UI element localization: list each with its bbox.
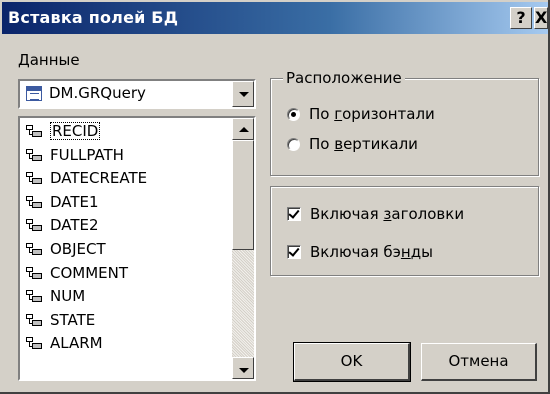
include-bands-label: Включая бэнды xyxy=(310,243,433,261)
field-name: DATECREATE xyxy=(50,169,148,188)
checkbox-include-bands[interactable]: Включая бэнды xyxy=(287,243,433,261)
scroll-thumb[interactable] xyxy=(232,140,254,250)
field-icon xyxy=(26,195,43,209)
table-icon xyxy=(26,86,42,101)
field-list-item[interactable]: RECID xyxy=(20,120,232,144)
arrow-up-icon xyxy=(239,127,249,132)
placement-group: Расположение xyxy=(270,69,539,176)
fields-scrollbar[interactable] xyxy=(232,118,254,379)
title-bar[interactable]: Вставка полей БД ? X xyxy=(2,2,548,34)
dropdown-button[interactable] xyxy=(232,81,254,107)
field-list-item[interactable]: COMMENT xyxy=(20,262,232,286)
dialog-title: Вставка полей БД xyxy=(8,8,179,27)
ok-button[interactable]: OK xyxy=(293,342,411,382)
include-headers-checkbox[interactable] xyxy=(287,207,301,221)
field-list-item[interactable]: FULLPATH xyxy=(20,144,232,168)
data-label: Данные xyxy=(18,51,80,69)
field-name: DATE1 xyxy=(50,192,99,211)
options-group xyxy=(270,186,539,276)
field-name: NUM xyxy=(50,287,86,306)
field-name: RECID xyxy=(50,122,101,140)
fields-list: RECID FULLPATH DATECREATE DATE1 DATE2 OBJECT C… xyxy=(20,120,232,356)
radio-vertical-indicator[interactable] xyxy=(287,137,300,151)
include-bands-checkbox[interactable] xyxy=(287,245,301,259)
radio-horizontal-indicator[interactable] xyxy=(287,107,300,121)
field-list-item[interactable]: NUM xyxy=(20,285,232,309)
field-name: FULLPATH xyxy=(50,145,124,164)
field-list-item[interactable]: DATE2 xyxy=(20,214,232,238)
field-icon xyxy=(26,242,43,256)
radio-vertical[interactable]: По вертикали xyxy=(287,135,418,153)
field-icon xyxy=(26,125,43,138)
scroll-down-button[interactable] xyxy=(232,357,254,379)
include-headers-label: Включая заголовки xyxy=(310,205,465,223)
field-icon xyxy=(26,266,43,280)
field-name: OBJECT xyxy=(50,239,106,258)
radio-horizontal[interactable]: По горизонтали xyxy=(287,105,435,123)
field-list-item[interactable]: ALARM xyxy=(20,332,232,356)
field-list-item[interactable]: OBJECT xyxy=(20,238,232,262)
field-list-item[interactable]: STATE xyxy=(20,309,232,333)
scroll-up-button[interactable] xyxy=(232,118,254,140)
cancel-button[interactable]: Отмена xyxy=(421,343,537,381)
dataset-value: DM.GRQuery xyxy=(49,84,146,102)
radio-horizontal-label: По горизонтали xyxy=(309,105,435,123)
radio-vertical-label: По вертикали xyxy=(309,135,418,153)
field-icon xyxy=(26,337,43,350)
dataset-combobox[interactable]: DM.GRQuery xyxy=(18,79,256,109)
field-name: ALARM xyxy=(50,334,103,353)
field-name: STATE xyxy=(50,310,96,329)
fields-listbox[interactable]: RECID FULLPATH DATECREATE DATE1 DATE2 OBJECT C… xyxy=(18,116,256,381)
arrow-down-icon xyxy=(239,368,249,373)
field-icon xyxy=(26,313,43,327)
field-list-item[interactable]: DATECREATE xyxy=(20,167,232,191)
chevron-down-icon xyxy=(239,92,249,97)
field-icon xyxy=(26,290,43,303)
insert-db-fields-dialog: Вставка полей БД ? X Данные DM.GRQuery R… xyxy=(0,0,550,394)
placement-legend: Расположение xyxy=(283,69,405,87)
field-list-item[interactable]: DATE1 xyxy=(20,191,232,215)
close-button[interactable]: X xyxy=(534,7,548,29)
checkbox-include-headers[interactable]: Включая заголовки xyxy=(287,205,464,223)
field-name: DATE2 xyxy=(50,216,99,235)
help-button[interactable]: ? xyxy=(510,7,532,29)
field-icon xyxy=(26,148,43,162)
field-icon xyxy=(26,219,43,232)
field-icon xyxy=(26,172,43,185)
field-name: COMMENT xyxy=(50,263,129,282)
